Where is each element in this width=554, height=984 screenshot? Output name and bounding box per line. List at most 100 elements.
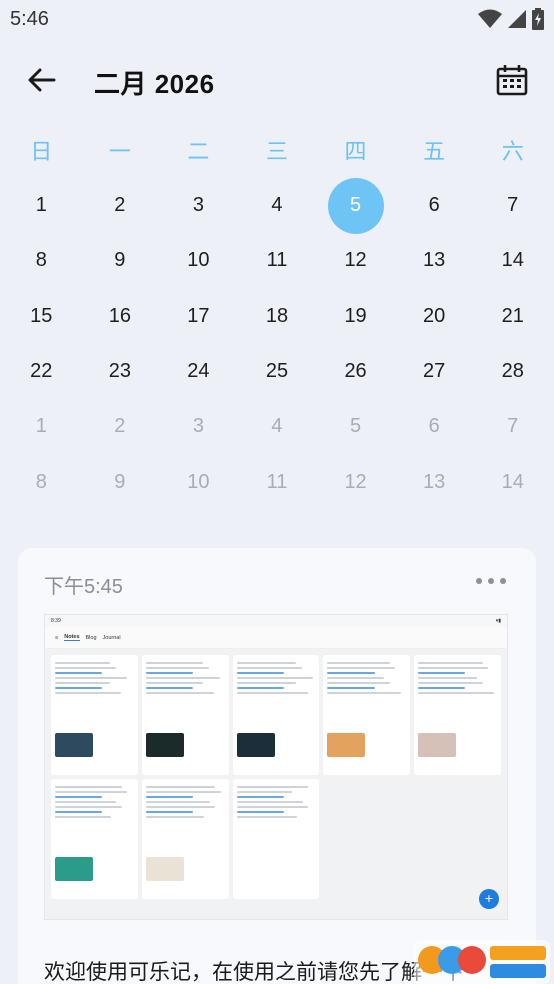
day-number: 2 — [114, 194, 126, 217]
day-number: 7 — [507, 194, 519, 217]
thumbnail-text-line — [55, 682, 111, 684]
thumbnail-text-line — [236, 677, 314, 679]
day-cell[interactable]: 28 — [473, 344, 552, 399]
thumbnail-note-card — [232, 655, 320, 775]
day-cell-today[interactable]: 5 — [316, 178, 395, 233]
day-number: 26 — [344, 360, 367, 383]
back-button[interactable] — [22, 60, 62, 100]
day-cell[interactable]: 22 — [2, 344, 81, 399]
note-image-thumbnail[interactable]: 8:39 ▾▮ ≡ Notes Blog Journal + — [44, 614, 508, 920]
battery-icon — [532, 8, 544, 30]
thumbnail-add-icon: + — [479, 889, 499, 909]
day-cell[interactable]: 6 — [395, 399, 474, 454]
day-number: 22 — [30, 360, 53, 383]
day-cell[interactable]: 10 — [159, 454, 238, 509]
thumbnail-text-line — [236, 811, 284, 813]
weekday-thu: 四 — [344, 139, 367, 164]
thumbnail-text-line — [55, 816, 111, 818]
day-cell[interactable]: 4 — [238, 178, 317, 233]
day-cell[interactable]: 9 — [81, 454, 160, 509]
day-number: 14 — [501, 470, 524, 493]
thumbnail-image — [418, 733, 457, 757]
thumbnail-text-line — [55, 662, 111, 664]
thumbnail-text-line — [236, 662, 297, 664]
day-cell[interactable]: 8 — [2, 454, 81, 509]
day-number: 2 — [114, 415, 126, 438]
day-cell[interactable]: 27 — [395, 344, 474, 399]
thumbnail-image — [327, 733, 366, 757]
thumbnail-text-line — [145, 796, 194, 798]
day-cell[interactable]: 26 — [316, 344, 395, 399]
thumbnail-text-line — [145, 677, 220, 679]
day-cell[interactable]: 13 — [395, 454, 474, 509]
day-cell[interactable]: 3 — [159, 178, 238, 233]
thumbnail-text-line — [236, 796, 284, 798]
day-cell[interactable]: 7 — [473, 399, 552, 454]
day-number: 28 — [501, 360, 524, 383]
day-cell[interactable]: 11 — [238, 454, 317, 509]
day-cell[interactable]: 1 — [2, 399, 81, 454]
day-cell[interactable]: 24 — [159, 344, 238, 399]
day-cell[interactable]: 6 — [395, 178, 474, 233]
thumbnail-image — [237, 857, 275, 881]
thumbnail-text-line — [327, 692, 401, 694]
thumbnail-text-line — [236, 667, 302, 669]
day-number: 21 — [501, 304, 524, 327]
day-number: 23 — [108, 360, 131, 383]
day-cell[interactable]: 16 — [81, 289, 160, 344]
calendar-button[interactable] — [492, 60, 532, 100]
day-number: 12 — [344, 249, 367, 272]
day-cell[interactable]: 2 — [81, 399, 160, 454]
thumbnail-text-line — [418, 687, 466, 689]
thumbnail-text-line — [418, 662, 483, 664]
thumbnail-text-line — [55, 692, 122, 694]
thumbnail-text-line — [145, 682, 204, 684]
day-cell[interactable]: 4 — [238, 399, 317, 454]
day-cell[interactable]: 18 — [238, 289, 317, 344]
day-cell[interactable]: 17 — [159, 289, 238, 344]
note-card[interactable]: 下午5:45 8:39 ▾▮ ≡ Notes Blog Journal + 欢迎… — [18, 548, 536, 984]
day-cell[interactable]: 7 — [473, 178, 552, 233]
thumbnail-time: 8:39 — [51, 618, 61, 624]
day-cell[interactable]: 23 — [81, 344, 160, 399]
thumbnail-text-line — [236, 806, 309, 808]
day-number: 14 — [501, 249, 524, 272]
day-number: 19 — [344, 304, 367, 327]
thumbnail-image — [145, 733, 184, 757]
day-cell[interactable]: 20 — [395, 289, 474, 344]
thumbnail-note-card — [141, 779, 229, 899]
thumbnail-text-line — [236, 816, 298, 818]
day-cell[interactable]: 5 — [316, 399, 395, 454]
more-options-button[interactable] — [476, 570, 506, 592]
day-number: 6 — [428, 194, 440, 217]
day-number: 3 — [192, 415, 204, 438]
day-cell[interactable]: 21 — [473, 289, 552, 344]
day-cell[interactable]: 9 — [81, 233, 160, 288]
thumbnail-text-line — [145, 806, 216, 808]
signal-icon — [508, 10, 526, 28]
day-cell[interactable]: 1 — [2, 178, 81, 233]
day-cell[interactable]: 13 — [395, 233, 474, 288]
day-cell[interactable]: 3 — [159, 399, 238, 454]
day-number: 17 — [187, 304, 210, 327]
day-number: 5 — [350, 194, 362, 217]
day-cell[interactable]: 15 — [2, 289, 81, 344]
thumbnail-note-card — [141, 655, 229, 775]
day-cell[interactable]: 10 — [159, 233, 238, 288]
day-cell[interactable]: 8 — [2, 233, 81, 288]
day-cell[interactable]: 12 — [316, 233, 395, 288]
thumbnail-text-line — [145, 786, 216, 788]
day-cell[interactable]: 14 — [473, 233, 552, 288]
day-cell[interactable]: 12 — [316, 454, 395, 509]
day-cell[interactable]: 25 — [238, 344, 317, 399]
day-cell[interactable]: 11 — [238, 233, 317, 288]
status-time: 5:46 — [10, 8, 49, 30]
thumbnail-text-line — [236, 672, 284, 674]
day-cell[interactable]: 2 — [81, 178, 160, 233]
weekday-sat: 六 — [501, 139, 524, 164]
thumbnail-text-line — [418, 692, 494, 694]
day-number: 18 — [265, 304, 289, 327]
day-cell[interactable]: 19 — [316, 289, 395, 344]
day-cell[interactable]: 14 — [473, 454, 552, 509]
weekday-mon: 一 — [108, 139, 131, 164]
